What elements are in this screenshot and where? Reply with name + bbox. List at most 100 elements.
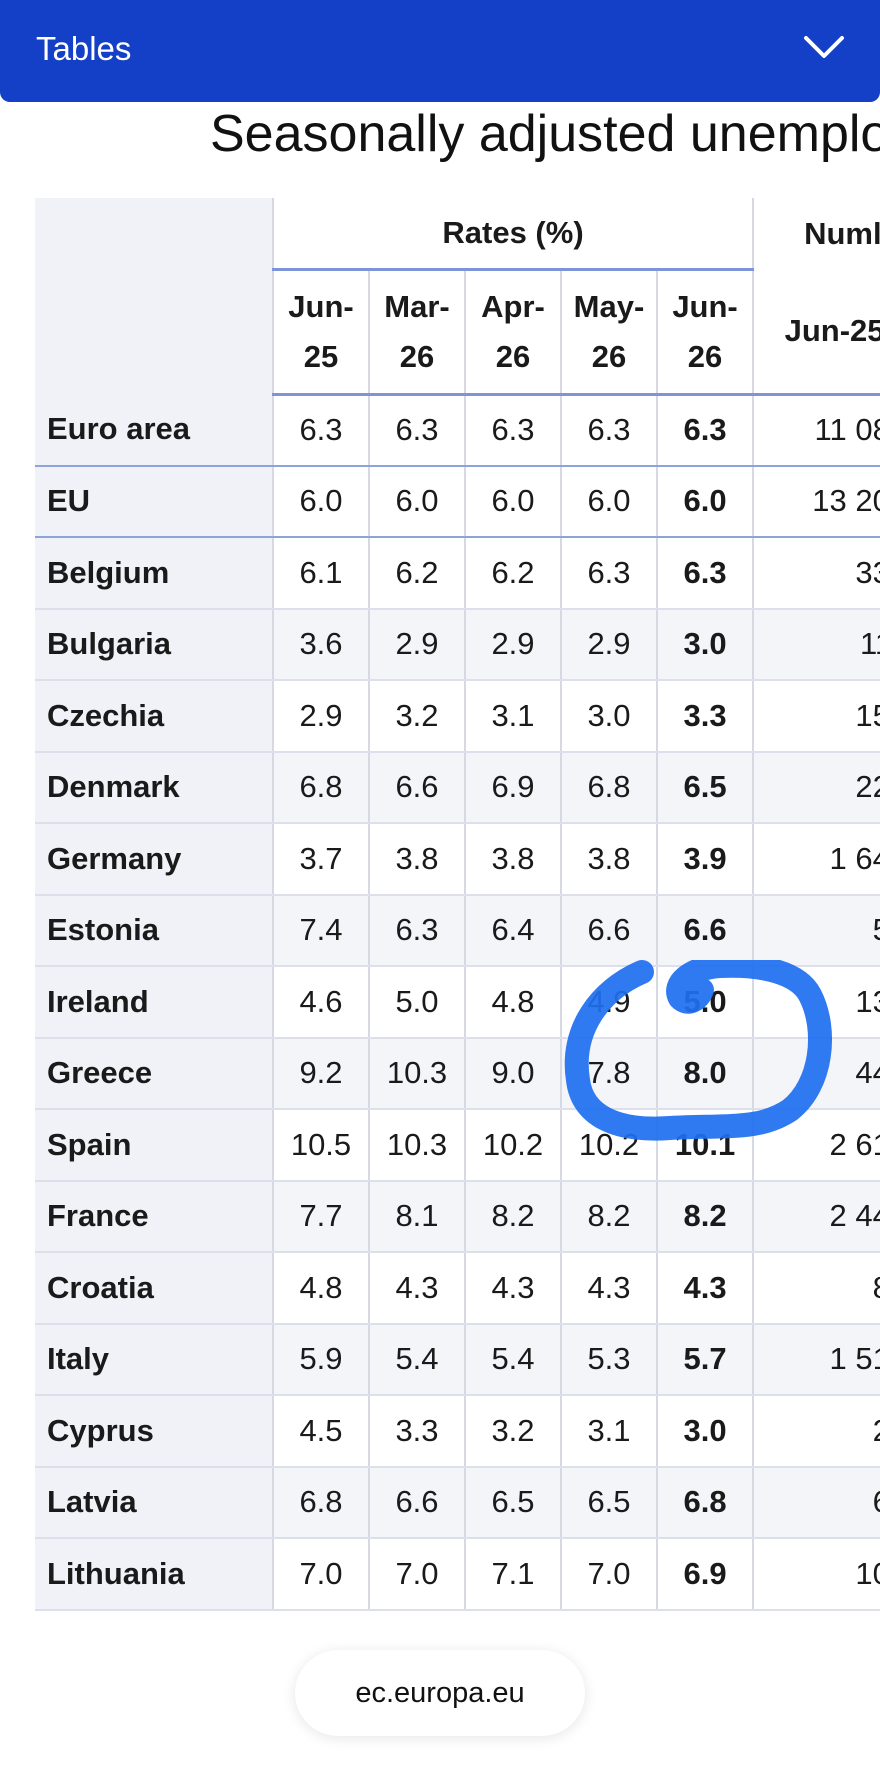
table-row: Latvia6.86.66.56.56.865	[35, 1466, 880, 1539]
table-row: Cyprus4.53.33.23.13.023	[35, 1395, 880, 1468]
table-row: Czechia2.93.23.13.03.3157	[35, 680, 880, 753]
tables-title: Tables	[36, 30, 132, 67]
table-row: EU6.06.06.06.06.013 205	[35, 465, 880, 538]
column-year: 26	[591, 338, 627, 374]
country-name: Bulgaria	[35, 608, 274, 681]
chevron-down-icon[interactable]	[800, 28, 848, 68]
table-headline: Seasonally adjusted unemplo	[210, 105, 880, 163]
column-month: Jun-	[672, 288, 738, 324]
rate-cell: 4.3	[561, 1252, 658, 1325]
table-row: Denmark6.86.66.96.86.5222	[35, 751, 880, 824]
table-row: Germany3.73.83.83.83.91 649	[35, 823, 880, 896]
unemployment-table-scroll[interactable]: Rates (%) Numl Jun- 25 Mar- 26 Apr- 26 May- 26 J…	[35, 198, 880, 1618]
country-name: Denmark	[35, 751, 274, 824]
rate-cell: 3.3	[369, 1395, 466, 1468]
rates-group-header: Rates (%)	[273, 198, 755, 271]
table-row: Spain10.510.310.210.210.12 615	[35, 1109, 880, 1182]
number-cell: 109	[753, 1538, 880, 1611]
column-year: 25	[303, 338, 339, 374]
tables-header-bar[interactable]: Tables	[0, 0, 880, 102]
country-name: Germany	[35, 823, 274, 896]
rate-cell: 6.9	[465, 751, 562, 824]
rate-cell: 7.0	[273, 1538, 370, 1611]
rate-cell: 6.6	[369, 1466, 466, 1539]
rate-cell: 2.9	[465, 608, 562, 681]
rate-cell: 6.8	[273, 1466, 370, 1539]
rate-cell: 5.0	[369, 966, 466, 1039]
unemployment-table: Rates (%) Numl Jun- 25 Mar- 26 Apr- 26 May- 26 J…	[35, 198, 880, 1611]
rate-cell: 7.8	[561, 1037, 658, 1110]
rate-cell: 5.9	[273, 1323, 370, 1396]
rate-cell: 8.2	[657, 1180, 755, 1253]
table-row: Croatia4.84.34.34.34.386	[35, 1252, 880, 1325]
rate-cell: 7.0	[561, 1538, 658, 1611]
rate-cell: 8.0	[657, 1037, 755, 1110]
column-month: Apr-	[481, 288, 545, 324]
rate-cell: 6.6	[561, 894, 658, 967]
rate-cell: 6.4	[465, 894, 562, 967]
rate-cell: 2.9	[273, 680, 370, 753]
country-name: Italy	[35, 1323, 274, 1396]
table-row: France7.78.18.28.28.22 442	[35, 1180, 880, 1253]
rate-cell: 6.2	[369, 537, 466, 610]
country-name: Lithuania	[35, 1538, 274, 1611]
column-month: Jun-	[288, 288, 354, 324]
rate-cell: 8.2	[561, 1180, 658, 1253]
column-year: 26	[495, 338, 531, 374]
rate-cell: 4.5	[273, 1395, 370, 1468]
number-cell: 86	[753, 1252, 880, 1325]
rate-cell: 3.0	[657, 1395, 755, 1468]
rate-cell: 6.0	[273, 465, 370, 538]
rate-cell: 10.2	[465, 1109, 562, 1182]
rate-column-header: Apr- 26	[465, 269, 562, 396]
rate-cell: 6.6	[369, 751, 466, 824]
rate-cell: 4.3	[369, 1252, 466, 1325]
country-name: EU	[35, 465, 274, 538]
rate-cell: 5.3	[561, 1323, 658, 1396]
rate-cell: 5.4	[369, 1323, 466, 1396]
rate-cell: 7.7	[273, 1180, 370, 1253]
rate-cell: 3.2	[369, 680, 466, 753]
number-cell: 222	[753, 751, 880, 824]
rate-cell: 3.8	[465, 823, 562, 896]
corner-header	[35, 198, 274, 394]
country-name: Greece	[35, 1037, 274, 1110]
rate-cell: 10.1	[657, 1109, 755, 1182]
number-cell: 1 512	[753, 1323, 880, 1396]
rate-cell: 6.8	[561, 751, 658, 824]
number-cell: 11 087	[753, 394, 880, 467]
rate-cell: 6.8	[657, 1466, 755, 1539]
rate-cell: 5.7	[657, 1323, 755, 1396]
country-name: Latvia	[35, 1466, 274, 1539]
column-month: May-	[573, 288, 645, 324]
rate-cell: 6.0	[465, 465, 562, 538]
number-cell: 56	[753, 894, 880, 967]
rate-cell: 3.2	[465, 1395, 562, 1468]
rate-cell: 6.1	[273, 537, 370, 610]
rate-cell: 6.3	[657, 394, 755, 467]
number-cell: 440	[753, 1037, 880, 1110]
url-pill[interactable]: ec.europa.eu	[295, 1650, 585, 1736]
rate-cell: 6.3	[369, 894, 466, 967]
table-row: Italy5.95.45.45.35.71 512	[35, 1323, 880, 1396]
numbers-group-header: Numl	[753, 198, 880, 269]
rate-column-header: May- 26	[561, 269, 658, 396]
rate-cell: 3.3	[657, 680, 755, 753]
rate-cell: 3.8	[561, 823, 658, 896]
rate-column-header: Jun- 26	[657, 269, 755, 396]
country-name: Cyprus	[35, 1395, 274, 1468]
rate-cell: 3.7	[273, 823, 370, 896]
number-cell: 334	[753, 537, 880, 610]
number-cell: 1 649	[753, 823, 880, 896]
rate-cell: 4.6	[273, 966, 370, 1039]
rate-cell: 7.4	[273, 894, 370, 967]
rate-column-header: Mar- 26	[369, 269, 466, 396]
rate-cell: 3.1	[465, 680, 562, 753]
rate-cell: 3.1	[561, 1395, 658, 1468]
rate-cell: 10.3	[369, 1037, 466, 1110]
number-cell: 2 442	[753, 1180, 880, 1253]
number-cell: 23	[753, 1395, 880, 1468]
country-name: Ireland	[35, 966, 274, 1039]
country-name: Croatia	[35, 1252, 274, 1325]
number-column-header: Jun-25	[753, 269, 880, 396]
